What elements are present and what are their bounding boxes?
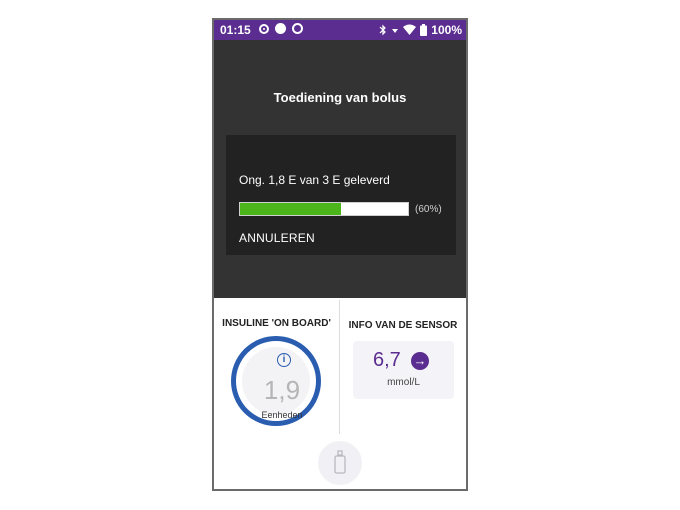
notification-ring-icon [259, 23, 269, 34]
sensor-label: INFO VAN DE SENSOR [348, 320, 458, 331]
bolus-title: Toediening van bolus [273, 90, 407, 105]
progress-text: Ong. 1,8 E van 3 E geleverd [239, 173, 390, 187]
bolus-delivery-panel: Toediening van bolus Ong. 1,8 E van 3 E … [214, 40, 466, 298]
bluetooth-icon [379, 24, 387, 36]
progress-percentage: (60%) [415, 204, 442, 215]
info-icon[interactable]: i [277, 353, 291, 367]
status-bar: 01:15 100% [214, 20, 466, 40]
sync-icon [292, 23, 303, 34]
progress-bar-fill [240, 203, 341, 215]
iob-circle[interactable]: i 1,9 Eenheden [231, 336, 321, 426]
iob-inner: i 1,9 Eenheden [242, 347, 310, 420]
status-icons-left [259, 23, 303, 34]
battery-icon [420, 24, 428, 36]
sensor-value: 6,7 [373, 349, 401, 371]
dot-icon [275, 23, 286, 34]
progress-bar [239, 202, 409, 216]
cancel-button[interactable]: ANNULEREN [239, 231, 315, 245]
iob-value: 1,9 [263, 375, 301, 405]
status-time: 01:15 [220, 23, 251, 37]
insulin-pen-icon [334, 450, 346, 474]
iob-label: INSULINE 'ON BOARD' [222, 318, 331, 329]
bolus-button[interactable] [318, 441, 362, 485]
vibrate-icon [392, 29, 399, 33]
bolus-progress-card: Ong. 1,8 E van 3 E geleverd (60%) ANNULE… [226, 135, 456, 255]
dashboard-panel: INSULINE 'ON BOARD' i 1,9 Eenheden INFO … [214, 298, 466, 489]
phone-screen: 01:15 100% Toediening van bolus Ong. 1,8… [212, 18, 468, 491]
wifi-icon [403, 24, 417, 35]
sensor-info-card[interactable]: 6,7 → mmol/L [353, 341, 454, 399]
iob-units: Eenheden [261, 410, 303, 420]
arrow-right-icon[interactable]: → [411, 352, 429, 370]
status-icons-right: 100% [379, 23, 462, 37]
sensor-unit: mmol/L [387, 377, 420, 388]
battery-percentage: 100% [431, 23, 462, 37]
